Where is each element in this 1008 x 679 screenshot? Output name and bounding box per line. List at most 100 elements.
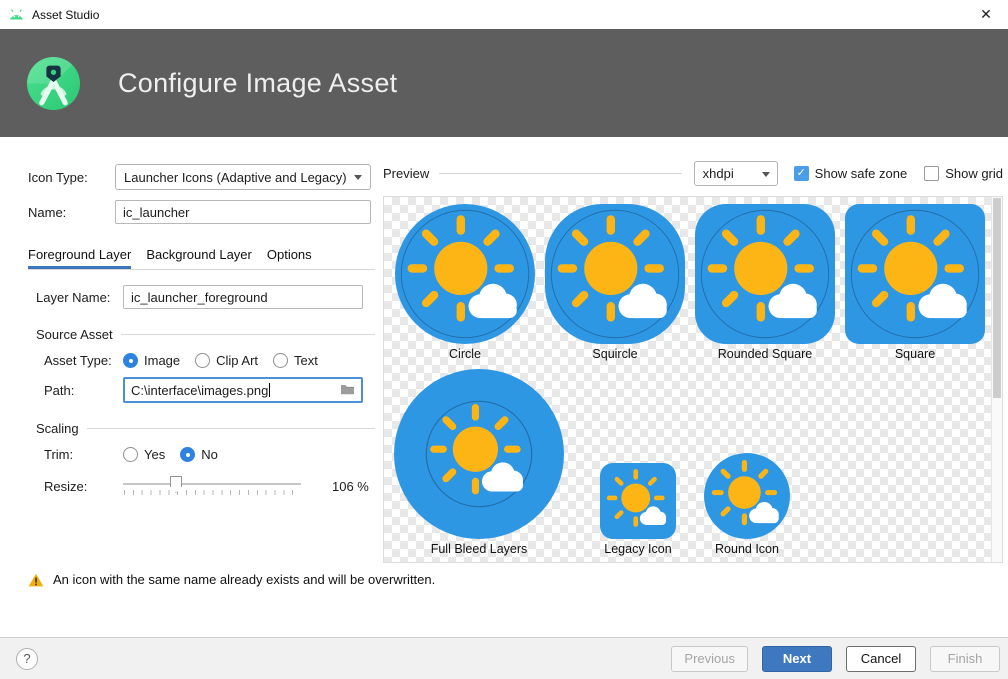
cancel-button[interactable]: Cancel bbox=[846, 646, 916, 672]
window-titlebar: Asset Studio ✕ bbox=[0, 0, 1008, 29]
preview-item-round: Round Icon bbox=[697, 453, 797, 556]
icon-type-label: Icon Type: bbox=[28, 170, 115, 185]
chevron-down-icon bbox=[354, 175, 362, 180]
tab-background-layer[interactable]: Background Layer bbox=[146, 241, 252, 269]
radio-icon bbox=[123, 353, 138, 368]
path-label: Path: bbox=[44, 383, 123, 398]
tab-options[interactable]: Options bbox=[267, 241, 312, 269]
footer-bar: ? Previous Next Cancel Finish bbox=[0, 637, 1008, 679]
preview-item-label: Circle bbox=[449, 347, 481, 361]
radio-icon bbox=[123, 447, 138, 462]
slider-track bbox=[123, 483, 301, 485]
preview-panel: Preview xhdpi Show safe zone Show grid C… bbox=[383, 160, 1003, 563]
close-icon[interactable]: ✕ bbox=[964, 0, 1008, 29]
icon-type-value: Launcher Icons (Adaptive and Legacy) bbox=[124, 170, 347, 185]
layer-name-value: ic_launcher_foreground bbox=[131, 290, 268, 305]
path-value: C:\interface\images.png bbox=[131, 383, 268, 398]
radio-icon bbox=[180, 447, 195, 462]
show-grid-checkbox[interactable]: Show grid bbox=[924, 166, 1003, 181]
layer-name-label: Layer Name: bbox=[36, 290, 123, 305]
slider-ticks bbox=[124, 490, 301, 495]
preview-scrollbar[interactable] bbox=[991, 197, 1002, 562]
preview-label: Preview bbox=[383, 166, 429, 181]
preview-item-label: Round Icon bbox=[715, 542, 779, 556]
asset-type-radio-text[interactable]: Text bbox=[273, 353, 318, 368]
chevron-down-icon bbox=[762, 172, 770, 177]
radio-label: Clip Art bbox=[216, 353, 258, 368]
resize-slider[interactable] bbox=[123, 475, 301, 497]
dialog-title: Configure Image Asset bbox=[118, 68, 397, 99]
preview-item-circle: Circle bbox=[390, 204, 540, 361]
radio-label: Image bbox=[144, 353, 180, 368]
preview-item-label: Full Bleed Layers bbox=[431, 542, 528, 556]
launcher-icon-squircle bbox=[545, 204, 685, 344]
warning-icon bbox=[28, 573, 44, 587]
text-cursor bbox=[269, 383, 270, 397]
browse-folder-icon[interactable] bbox=[340, 383, 355, 398]
radio-icon bbox=[273, 353, 288, 368]
name-input[interactable]: ic_launcher bbox=[115, 200, 371, 224]
resize-label: Resize: bbox=[44, 479, 123, 494]
radio-icon bbox=[195, 353, 210, 368]
checkbox-label: Show grid bbox=[945, 166, 1003, 181]
launcher-icon-round bbox=[704, 453, 790, 539]
section-divider bbox=[121, 334, 375, 335]
checkbox-icon bbox=[794, 166, 809, 181]
scaling-section-header: Scaling bbox=[36, 421, 375, 436]
checkbox-label: Show safe zone bbox=[815, 166, 908, 181]
launcher-icon-square bbox=[845, 204, 985, 344]
icon-type-dropdown[interactable]: Launcher Icons (Adaptive and Legacy) bbox=[115, 164, 371, 190]
tab-foreground-layer[interactable]: Foreground Layer bbox=[28, 241, 131, 269]
preview-item-squircle: Squircle bbox=[540, 204, 690, 361]
radio-label: Text bbox=[294, 353, 318, 368]
layer-tabs: Foreground Layer Background Layer Option… bbox=[28, 241, 375, 270]
preview-item-full-bleed: Full Bleed Layers bbox=[390, 369, 568, 556]
preview-item-label: Rounded Square bbox=[718, 347, 813, 361]
density-value: xhdpi bbox=[703, 166, 734, 181]
previous-button[interactable]: Previous bbox=[671, 646, 748, 672]
preview-item-label: Square bbox=[895, 347, 935, 361]
asset-type-label: Asset Type: bbox=[44, 353, 123, 368]
source-asset-title: Source Asset bbox=[36, 327, 113, 342]
warning-row: An icon with the same name already exist… bbox=[28, 572, 435, 587]
config-form: Icon Type: Launcher Icons (Adaptive and … bbox=[0, 137, 382, 497]
density-dropdown[interactable]: xhdpi bbox=[694, 161, 778, 186]
asset-type-radio-image[interactable]: Image bbox=[123, 353, 180, 368]
launcher-icon-circle bbox=[395, 204, 535, 344]
section-divider bbox=[439, 173, 681, 174]
preview-item-legacy: Legacy Icon bbox=[583, 463, 693, 556]
name-value: ic_launcher bbox=[123, 205, 190, 220]
checkbox-icon bbox=[924, 166, 939, 181]
preview-item-label: Legacy Icon bbox=[604, 542, 671, 556]
launcher-icon-rounded-square bbox=[695, 204, 835, 344]
trim-radio-no[interactable]: No bbox=[180, 447, 218, 462]
window-title: Asset Studio bbox=[32, 8, 99, 22]
warning-text: An icon with the same name already exist… bbox=[53, 572, 435, 587]
path-input[interactable]: C:\interface\images.png bbox=[123, 377, 363, 403]
launcher-icon-full-bleed bbox=[394, 369, 564, 539]
trim-radio-yes[interactable]: Yes bbox=[123, 447, 165, 462]
preview-item-label: Squircle bbox=[592, 347, 637, 361]
scrollbar-thumb[interactable] bbox=[993, 198, 1001, 398]
scaling-title: Scaling bbox=[36, 421, 79, 436]
help-button[interactable]: ? bbox=[16, 648, 38, 670]
preview-canvas: Circle Squircle Rounded Square Square bbox=[383, 196, 1003, 563]
name-label: Name: bbox=[28, 205, 115, 220]
finish-button[interactable]: Finish bbox=[930, 646, 1000, 672]
android-studio-logo-icon bbox=[27, 57, 80, 110]
radio-label: No bbox=[201, 447, 218, 462]
asset-type-radio-clipart[interactable]: Clip Art bbox=[195, 353, 258, 368]
launcher-icon-legacy bbox=[600, 463, 676, 539]
next-button[interactable]: Next bbox=[762, 646, 832, 672]
dialog-banner: Configure Image Asset bbox=[0, 29, 1008, 137]
show-safe-zone-checkbox[interactable]: Show safe zone bbox=[794, 166, 908, 181]
resize-value: 106 % bbox=[332, 479, 369, 494]
section-divider bbox=[87, 428, 375, 429]
layer-name-input[interactable]: ic_launcher_foreground bbox=[123, 285, 363, 309]
preview-item-square: Square bbox=[840, 204, 990, 361]
radio-label: Yes bbox=[144, 447, 165, 462]
source-asset-section-header: Source Asset bbox=[36, 327, 375, 342]
preview-item-rounded-square: Rounded Square bbox=[690, 204, 840, 361]
trim-label: Trim: bbox=[44, 447, 123, 462]
android-logo-icon bbox=[8, 8, 25, 21]
